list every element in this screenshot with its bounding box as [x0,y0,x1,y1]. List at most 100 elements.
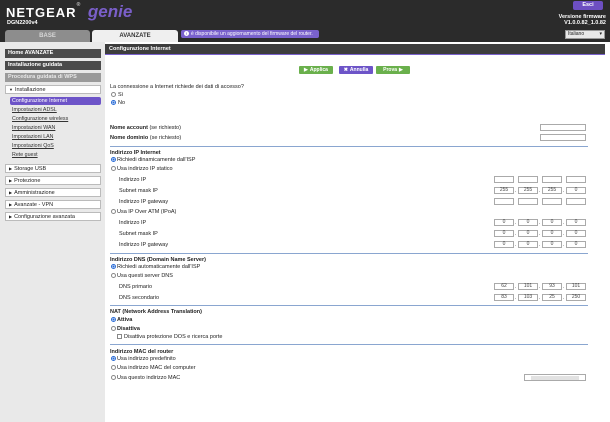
sidebar-item-wps-wizard[interactable]: Procedura guidata di WPS [5,73,101,82]
ipoa-mask-octet-3[interactable]: 0 [542,230,562,237]
static-mask-label: Subnet mask IP [119,188,158,194]
sidebar-item-wan[interactable]: Impostazioni WAN [10,124,101,132]
triangle-right-icon: ▶ [9,190,13,195]
sidebar-group-vpn[interactable]: ▶ Avanzate - VPN [5,200,101,209]
apply-button[interactable]: ▶ Applica [299,66,333,74]
ipoa-gateway-octet-1[interactable]: 0 [494,241,514,248]
cancel-label: Annulla [349,67,369,73]
static-mask-octet-1[interactable]: 255 [494,187,514,194]
mac-default-radio[interactable] [111,356,116,361]
ipoa-ip-octet-1[interactable]: 0 [494,219,514,226]
logout-button[interactable]: Esci [573,1,603,10]
login-yes-label: Sì [118,92,124,98]
test-button[interactable]: Prova ▶ [376,66,410,74]
sidebar-group-usb-storage[interactable]: ▶ Storage USB [5,164,101,173]
mac-custom-input[interactable] [524,374,586,381]
sidebar-group-label: Amministrazione [14,190,55,196]
ipoa-gateway-label: Indirizzo IP gateway [119,242,169,248]
brand-text: NETGEAR [6,5,77,20]
dns-secondary-octet-1[interactable]: 83 [494,294,514,301]
ipoa-gateway-octet-2[interactable]: 0 [518,241,538,248]
dot-separator: . [515,231,517,237]
tab-basic[interactable]: BASE [5,30,90,42]
dns-primary-octet-1[interactable]: 62 [494,283,514,290]
ipoa-ip-octet-3[interactable]: 0 [542,219,562,226]
sidebar-group-label: Protezione [14,178,41,184]
mac-section-title: Indirizzo MAC del router [110,349,174,355]
dot-separator: . [539,220,541,226]
sidebar-item-wireless[interactable]: Configurazione wireless [10,115,101,123]
sidebar-group-administration[interactable]: ▶ Amministrazione [5,188,101,197]
test-label: Prova [383,67,398,73]
ipoa-ip-octet-4[interactable]: 0 [566,219,586,226]
static-mask-octet-3[interactable]: 255 [542,187,562,194]
ip-static-radio[interactable] [111,166,116,171]
sidebar-item-internet-setup[interactable]: Configurazione Internet [10,97,101,105]
ipoa-radio[interactable] [111,209,116,214]
sidebar-group-label: Storage USB [14,166,47,172]
nat-disable-radio[interactable] [111,326,116,331]
firmware-update-notice[interactable]: ! è disponibile un aggiornamento del firm… [181,30,319,38]
ipoa-label: Usa IP Over ATM (IPoA) [117,209,177,215]
dns-secondary-octet-4[interactable]: 250 [566,294,586,301]
sidebar-item-home[interactable]: Home AVANZATE [5,49,101,58]
mac-custom-label: Usa questo indirizzo MAC [117,375,181,381]
ipoa-mask-octet-4[interactable]: 0 [566,230,586,237]
dns-manual-radio[interactable] [111,273,116,278]
sidebar-group-setup[interactable]: ▼ Installazione [5,85,101,94]
dot-separator: . [539,284,541,290]
chevron-down-icon: ▾ [599,31,602,37]
tab-advanced[interactable]: AVANZATE [92,30,178,42]
static-gateway-octet-2[interactable] [518,198,538,205]
account-name-label: Nome account (se richiesto) [110,125,181,131]
language-select[interactable]: Italiano ▾ [565,30,605,39]
firmware-update-text: è disponibile un aggiornamento del firmw… [191,31,313,37]
ipoa-mask-octet-1[interactable]: 0 [494,230,514,237]
dot-separator: . [539,231,541,237]
dns-primary-octet-4[interactable]: 101 [566,283,586,290]
static-ip-octet-4[interactable] [566,176,586,183]
sidebar-group-label: Avanzate - VPN [14,202,54,208]
mac-custom-radio[interactable] [111,375,116,380]
dns-primary-label: DNS primario [119,284,153,290]
divider [110,146,588,147]
static-ip-octet-2[interactable] [518,176,538,183]
dns-secondary-octet-2[interactable]: 103 [518,294,538,301]
ip-dynamic-radio[interactable] [111,157,116,162]
ipoa-mask-octet-2[interactable]: 0 [518,230,538,237]
static-mask-octet-2[interactable]: 255 [518,187,538,194]
static-mask-octet-4[interactable]: 0 [566,187,586,194]
dot-separator: . [539,242,541,248]
dns-primary-octet-3[interactable]: 93 [542,283,562,290]
sidebar-group-security[interactable]: ▶ Protezione [5,176,101,185]
static-gateway-octet-4[interactable] [566,198,586,205]
login-no-radio[interactable] [111,100,116,105]
domain-name-label: Nome dominio (se richiesto) [110,135,181,141]
sidebar-item-guest-network[interactable]: Rete guest [10,151,101,159]
static-gateway-octet-3[interactable] [542,198,562,205]
mac-computer-radio[interactable] [111,365,116,370]
sidebar-group-label: Configurazione avanzata [14,214,75,220]
account-name-input[interactable] [540,124,586,131]
static-ip-octet-1[interactable] [494,176,514,183]
dns-secondary-octet-3[interactable]: 25 [542,294,562,301]
static-ip-octet-3[interactable] [542,176,562,183]
sidebar-item-setup-wizard[interactable]: Installazione guidata [5,61,101,70]
sidebar-item-lan[interactable]: Impostazioni LAN [10,133,101,141]
domain-name-input[interactable] [540,134,586,141]
ip-dynamic-label: Richiedi dinamicamente dall'ISP [117,157,196,163]
dns-auto-radio[interactable] [111,264,116,269]
sidebar-item-adsl[interactable]: Impostazioni ADSL [10,106,101,114]
nat-dos-checkbox[interactable] [117,334,122,339]
ipoa-ip-octet-2[interactable]: 0 [518,219,538,226]
ipoa-gateway-octet-4[interactable]: 0 [566,241,586,248]
static-gateway-octet-1[interactable] [494,198,514,205]
sidebar-group-advanced-setup[interactable]: ▶ Configurazione avanzata [5,212,101,221]
sidebar-item-qos[interactable]: Impostazioni QoS [10,142,101,150]
cancel-button[interactable]: ✖ Annulla [339,66,373,74]
dns-section-title: Indirizzo DNS (Domain Name Server) [110,257,206,263]
login-yes-radio[interactable] [111,92,116,97]
nat-enable-radio[interactable] [111,317,116,322]
dns-primary-octet-2[interactable]: 101 [518,283,538,290]
ipoa-gateway-octet-3[interactable]: 0 [542,241,562,248]
